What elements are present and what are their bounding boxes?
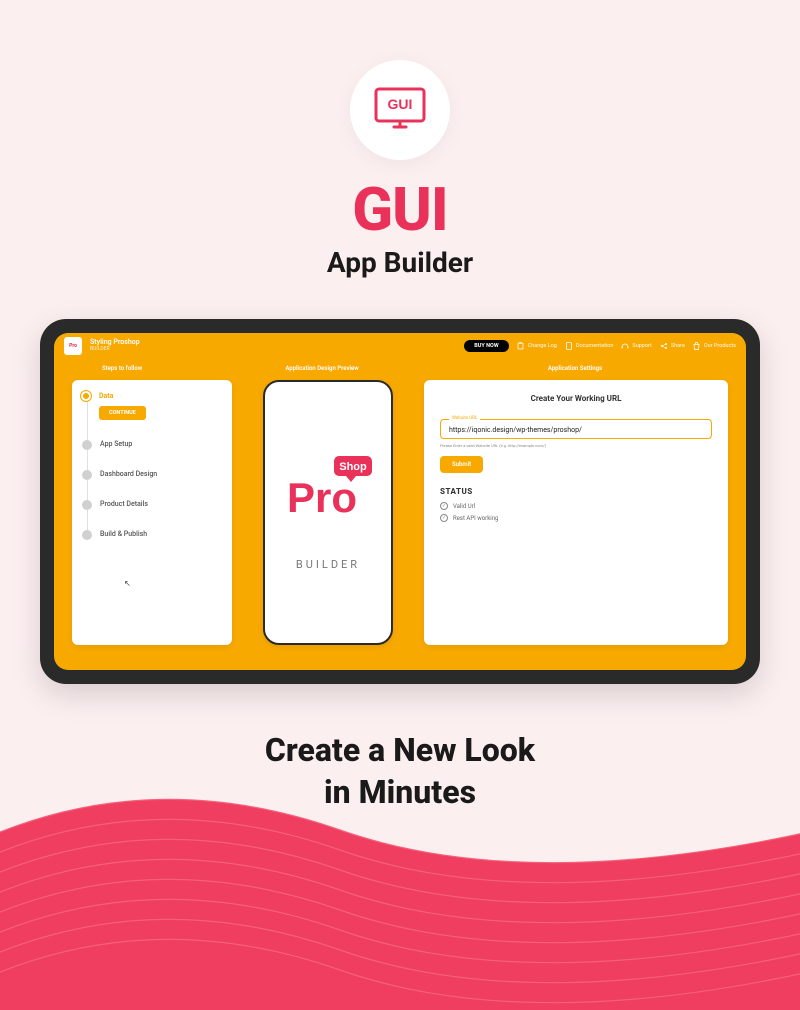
footer-line1: Create a New Look: [0, 730, 800, 772]
cursor-icon: ↖: [124, 579, 131, 588]
step-indicator-icon: [82, 530, 92, 540]
step-indicator-icon: [81, 391, 91, 401]
step-app-setup[interactable]: App Setup: [82, 440, 222, 470]
logo-circle: GUI: [350, 60, 450, 160]
url-value: https://iqonic.design/wp-themes/proshop/: [449, 426, 582, 434]
nav-products[interactable]: Our Products: [693, 342, 736, 350]
step-indicator-icon: [82, 440, 92, 450]
brand-subtitle: BUILDER: [90, 347, 140, 353]
status-valid-url: ✓ Valid Url: [440, 502, 712, 510]
step-label: Dashboard Design: [100, 470, 222, 478]
nav-share[interactable]: Share: [660, 342, 685, 350]
svg-text:Pro: Pro: [287, 474, 357, 521]
url-input[interactable]: Website URL https://iqonic.design/wp-the…: [440, 419, 712, 439]
hero-subtitle: App Builder: [327, 246, 473, 279]
steps-panel: Data CONTINUE App Setup Dashboard Design: [72, 380, 232, 645]
clipboard-icon: [517, 342, 525, 350]
step-data[interactable]: Data CONTINUE: [82, 392, 222, 440]
brand-logo-icon: Pro: [64, 337, 82, 355]
status-rest-api: ✓ Rest API working: [440, 514, 712, 522]
step-label: Build & Publish: [100, 530, 222, 538]
step-build-publish[interactable]: Build & Publish: [82, 530, 222, 540]
url-hint: Please Enter a valid Website URL (e.g. h…: [440, 443, 712, 448]
nav-changelog-label: Change Log: [528, 343, 557, 349]
step-product-details[interactable]: Product Details: [82, 500, 222, 530]
settings-title: Create Your Working URL: [440, 394, 712, 403]
gui-monitor-icon: GUI: [374, 87, 426, 133]
footer-headline: Create a New Look in Minutes: [0, 730, 800, 813]
preview-panel: Shop Pro BUILDER: [248, 380, 408, 645]
hero-title: GUI: [352, 180, 447, 240]
status-label: Valid Url: [453, 503, 475, 510]
step-label: App Setup: [100, 440, 222, 448]
app-screen: Pro Styling Proshop BUILDER BUY NOW Chan…: [54, 333, 746, 670]
document-icon: [565, 342, 573, 350]
nav-documentation-label: Documentation: [576, 343, 614, 349]
brand-text: Styling Proshop BUILDER: [90, 339, 140, 352]
builder-label: BUILDER: [296, 558, 360, 571]
headset-icon: [621, 342, 629, 350]
phone-logo: Shop Pro: [278, 454, 378, 524]
step-indicator-icon: [82, 500, 92, 510]
buy-now-button[interactable]: BUY NOW: [464, 340, 508, 352]
status-title: STATUS: [440, 487, 712, 496]
app-topbar: Pro Styling Proshop BUILDER BUY NOW Chan…: [54, 333, 746, 359]
header-preview: Application Design Preview: [222, 365, 422, 372]
phone-mockup: Shop Pro BUILDER: [263, 380, 393, 645]
share-icon: [660, 342, 668, 350]
header-settings: Application Settings: [422, 365, 728, 372]
header-steps: Steps to follow: [72, 365, 222, 372]
section-headers: Steps to follow Application Design Previ…: [54, 359, 746, 380]
status-label: Rest API working: [453, 515, 498, 522]
step-dashboard-design[interactable]: Dashboard Design: [82, 470, 222, 500]
settings-panel: Create Your Working URL Website URL http…: [424, 380, 728, 645]
svg-text:GUI: GUI: [388, 96, 413, 112]
check-icon: ✓: [440, 514, 448, 522]
footer-line2: in Minutes: [0, 772, 800, 814]
url-label: Website URL: [449, 416, 480, 421]
submit-button[interactable]: Submit: [440, 456, 483, 473]
step-label: Data: [99, 392, 222, 400]
check-icon: ✓: [440, 502, 448, 510]
pro-shop-logo-icon: Shop Pro: [278, 454, 378, 524]
nav-support[interactable]: Support: [621, 342, 651, 350]
continue-button[interactable]: CONTINUE: [99, 406, 146, 420]
device-frame: Pro Styling Proshop BUILDER BUY NOW Chan…: [40, 319, 760, 684]
nav-documentation[interactable]: Documentation: [565, 342, 614, 350]
nav-support-label: Support: [632, 343, 651, 349]
step-indicator-icon: [82, 470, 92, 480]
svg-text:Shop: Shop: [339, 461, 367, 473]
nav-changelog[interactable]: Change Log: [517, 342, 557, 350]
nav-share-label: Share: [671, 343, 685, 349]
nav-products-label: Our Products: [704, 343, 736, 349]
step-label: Product Details: [100, 500, 222, 508]
bag-icon: [693, 342, 701, 350]
